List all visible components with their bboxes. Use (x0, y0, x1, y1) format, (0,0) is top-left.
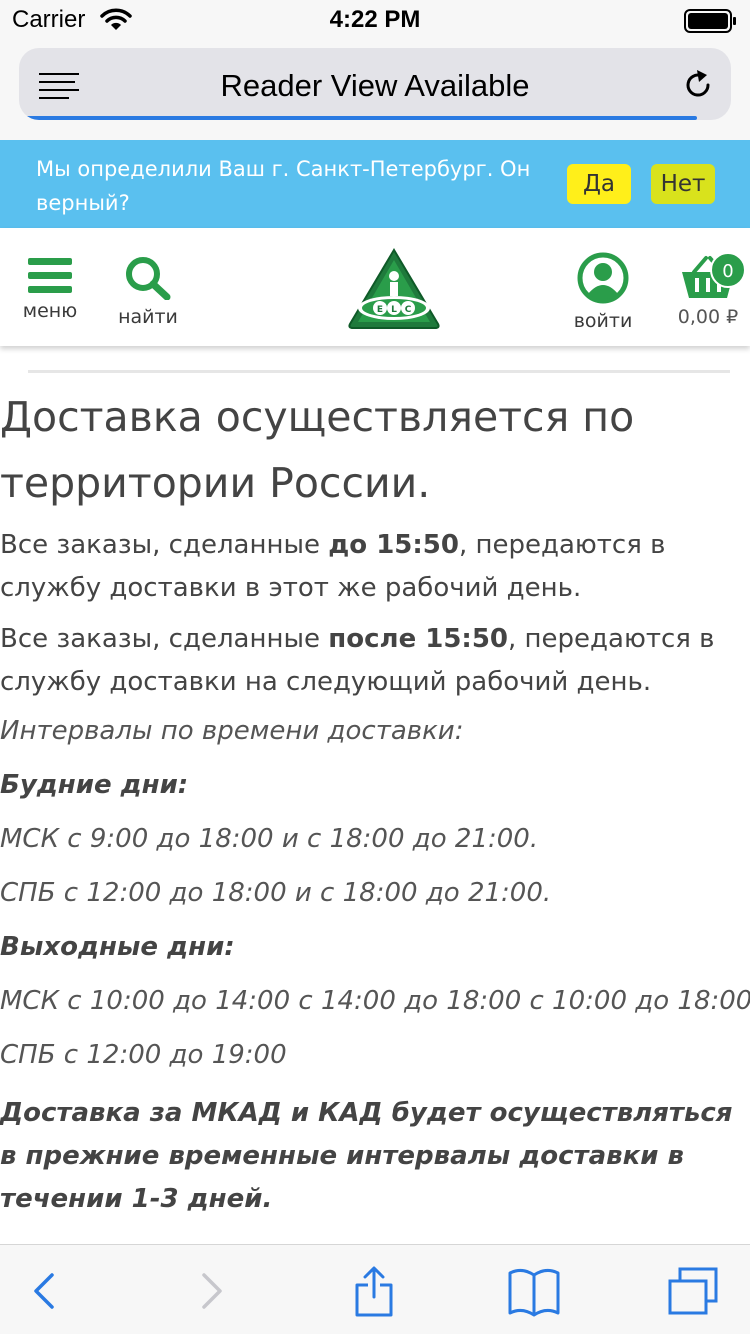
p1-text-before: Все заказы, сделанные (0, 530, 329, 560)
svg-text:C: C (405, 305, 412, 315)
elc-logo[interactable]: E L C (346, 246, 442, 330)
weekdays-msk: МСК с 9:00 до 18:00 и с 18:00 до 21:00. (0, 824, 539, 854)
weekdays-spb: СПБ с 12:00 до 18:00 и с 18:00 до 21:00. (0, 878, 552, 908)
city-yes-button[interactable]: Да (567, 164, 631, 204)
delivery-paragraph-2: Все заказы, сделанные после 15:50, перед… (0, 618, 750, 704)
search-icon (126, 257, 171, 300)
p2-text-before: Все заказы, сделанные (0, 624, 329, 654)
weekends-spb: СПБ с 12:00 до 19:00 (0, 1040, 287, 1070)
cart-button[interactable]: 0 0,00 ₽ (668, 250, 748, 328)
site-header: меню найти E L C войти 0 0,00 ₽ (0, 228, 750, 346)
svg-text:L: L (391, 305, 397, 315)
status-bar: Carrier 4:22 PM (0, 0, 750, 40)
search-button[interactable]: найти (112, 256, 184, 328)
login-button[interactable]: войти (560, 252, 646, 332)
hamburger-icon (28, 258, 72, 293)
cart-total: 0,00 ₽ (677, 306, 739, 328)
status-time: 4:22 PM (329, 6, 421, 33)
page-load-progress (25, 116, 697, 120)
browser-bottom-toolbar (0, 1244, 750, 1334)
share-icon[interactable] (344, 1265, 404, 1317)
chevron-right-icon[interactable] (182, 1265, 242, 1317)
svg-text:E: E (377, 305, 383, 315)
city-no-button[interactable]: Нет (651, 164, 715, 204)
city-question: Мы определили Ваш г. Санкт-Петербург. Он… (36, 157, 531, 215)
menu-label: меню (22, 300, 78, 322)
menu-button[interactable]: меню (14, 258, 86, 322)
browser-toolbar: Reader View Available (0, 40, 750, 140)
p2-bold-time: после 15:50 (328, 624, 509, 654)
tabs-icon[interactable] (664, 1265, 724, 1317)
address-bar[interactable]: Reader View Available (19, 48, 731, 120)
delivery-paragraph-1: Все заказы, сделанные до 15:50, передают… (0, 524, 750, 610)
intervals-title: Интервалы по времени доставки: (0, 716, 464, 746)
weekends-msk: МСК с 10:00 до 14:00 с 14:00 до 18:00 с … (0, 986, 750, 1016)
delivery-content: Доставка осуществляется по территории Ро… (0, 384, 750, 1221)
chevron-left-icon[interactable] (14, 1265, 74, 1317)
weekends-title: Выходные дни: (0, 932, 235, 962)
cart-count-badge: 0 (710, 252, 746, 288)
page-title: Доставка осуществляется по территории Ро… (0, 393, 635, 507)
login-label: войти (573, 310, 633, 332)
book-icon[interactable] (504, 1265, 564, 1317)
battery-icon (684, 9, 736, 33)
city-banner: Мы определили Ваш г. Санкт-Петербург. Он… (0, 140, 750, 228)
mkad-note: Доставка за МКАД и КАД будет осуществлят… (0, 1098, 733, 1214)
search-label: найти (118, 306, 178, 328)
user-icon (577, 252, 629, 304)
reload-icon[interactable] (681, 68, 715, 102)
address-title[interactable]: Reader View Available (19, 68, 731, 104)
weekdays-title: Будние дни: (0, 770, 189, 800)
p1-bold-time: до 15:50 (328, 530, 459, 560)
content-divider (28, 370, 730, 373)
